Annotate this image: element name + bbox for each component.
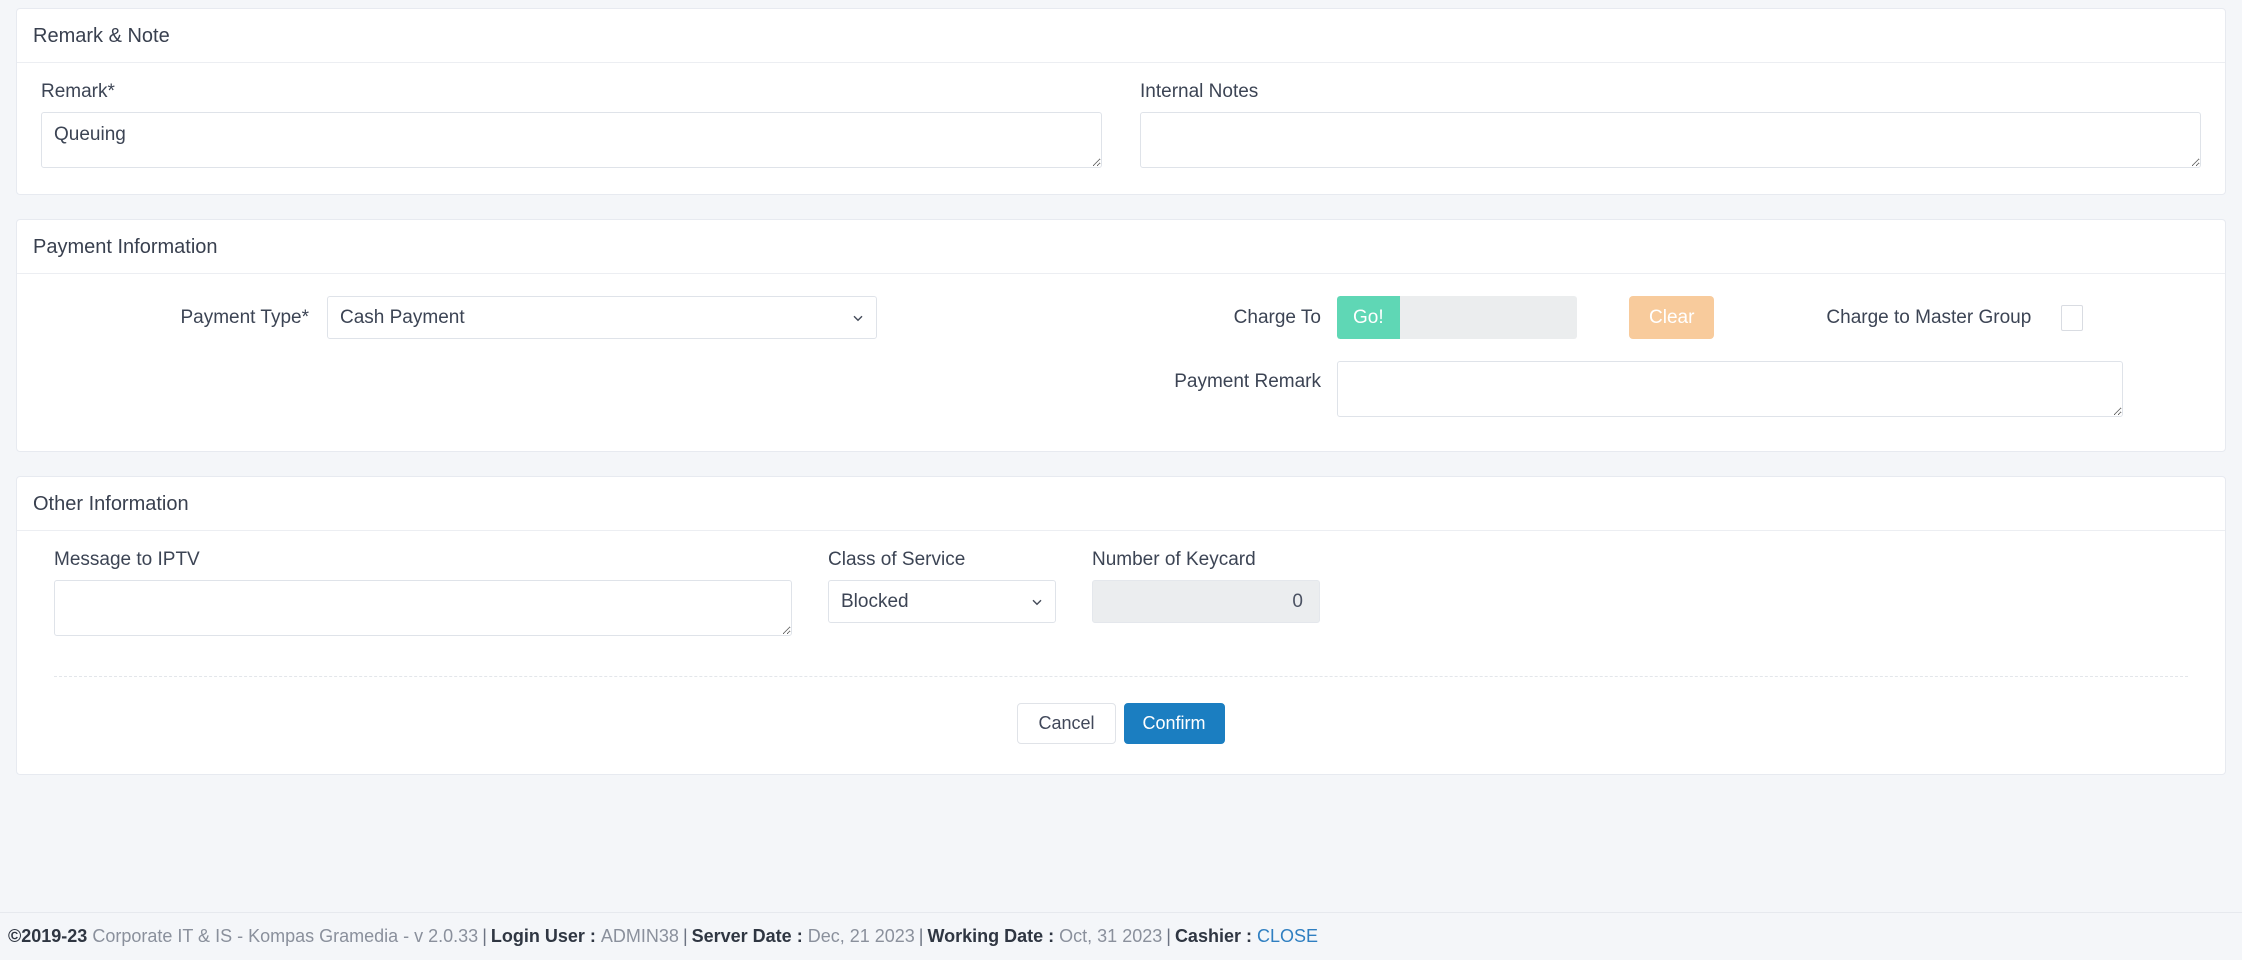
other-information-title: Other Information xyxy=(17,477,2225,531)
form-actions: Cancel Confirm xyxy=(33,677,2209,744)
remark-note-body: Remark* Internal Notes xyxy=(17,63,2225,194)
footer-working-date-label: Working Date : xyxy=(927,926,1055,946)
number-of-keycard-group: Number of Keycard 0 xyxy=(1092,549,1320,623)
footer-login-user-label: Login User : xyxy=(490,926,596,946)
payment-information-title: Payment Information xyxy=(17,220,2225,274)
payment-type-select[interactable]: Cash Payment xyxy=(327,296,877,339)
payment-information-card: Payment Information Payment Type* Cash P… xyxy=(16,219,2226,452)
confirm-button[interactable]: Confirm xyxy=(1123,703,1225,744)
class-of-service-label: Class of Service xyxy=(828,549,966,570)
class-of-service-group: Class of Service Blocked xyxy=(828,549,1056,623)
charge-to-row: Charge To Go! Clear Charge to Master Gro… xyxy=(1121,296,2209,339)
footer-login-user-value: ADMIN38 xyxy=(600,926,679,946)
charge-to-input-group: Go! xyxy=(1337,296,1577,339)
remark-note-card: Remark & Note Remark* Internal Notes xyxy=(16,8,2226,195)
cancel-button[interactable]: Cancel xyxy=(1017,703,1116,744)
payment-remark-wrap xyxy=(1337,361,2123,417)
charge-to-master-group-label: Charge to Master Group xyxy=(1826,306,2032,328)
class-of-service-select-wrap: Blocked xyxy=(828,580,1056,623)
footer-cashier-status-link[interactable]: CLOSE xyxy=(1257,926,1318,947)
footer-separator-4: | xyxy=(1166,926,1171,946)
footer-copyright: ©2019-23 xyxy=(8,926,88,946)
message-to-iptv-input[interactable] xyxy=(54,580,792,636)
footer-separator-3: | xyxy=(918,926,924,946)
payment-remark-label: Payment Remark xyxy=(1174,371,1321,392)
footer-server-date-value: Dec, 21 2023 xyxy=(807,926,915,946)
payment-type-group: Payment Type* Cash Payment xyxy=(33,296,1121,339)
payment-type-label: Payment Type* xyxy=(180,306,309,328)
payment-top-row: Payment Type* Cash Payment Charge To Go!… xyxy=(33,296,2209,417)
remark-input[interactable] xyxy=(41,112,1102,168)
remark-note-row: Remark* Internal Notes xyxy=(33,81,2209,168)
charge-to-group: Charge To Go! Clear Charge to Master Gro… xyxy=(1121,296,2209,417)
footer-separator-1: | xyxy=(482,926,487,946)
other-information-row: Message to IPTV Class of Service Blocked xyxy=(33,549,2209,636)
footer-cashier-label: Cashier : xyxy=(1174,926,1252,946)
remark-label: Remark* xyxy=(41,81,115,102)
clear-button[interactable]: Clear xyxy=(1629,296,1715,339)
internal-notes-label: Internal Notes xyxy=(1140,81,1259,102)
number-of-keycard-label: Number of Keycard xyxy=(1092,549,1256,570)
payment-remark-input[interactable] xyxy=(1337,361,2123,417)
message-to-iptv-label: Message to IPTV xyxy=(54,549,200,570)
charge-to-input[interactable] xyxy=(1399,296,1577,339)
remark-field-group: Remark* xyxy=(41,81,1102,168)
page-footer: ©2019-23 Corporate IT & IS - Kompas Gram… xyxy=(0,912,2242,960)
internal-notes-field-group: Internal Notes xyxy=(1140,81,2201,168)
remark-note-title: Remark & Note xyxy=(17,9,2225,63)
other-information-body: Message to IPTV Class of Service Blocked xyxy=(17,531,2225,774)
page-root: Remark & Note Remark* Internal Notes Pay… xyxy=(0,0,2242,960)
payment-remark-row: Payment Remark xyxy=(1121,361,2209,417)
class-of-service-select[interactable]: Blocked xyxy=(828,580,1056,623)
charge-to-master-group-checkbox[interactable] xyxy=(2061,304,2084,331)
footer-server-date-label: Server Date : xyxy=(691,926,803,946)
footer-separator-2: | xyxy=(682,926,688,946)
footer-company: Corporate IT & IS - Kompas Gramedia - v … xyxy=(92,926,479,946)
footer-working-date-value: Oct, 31 2023 xyxy=(1059,926,1163,946)
other-information-card: Other Information Message to IPTV Class … xyxy=(16,476,2226,775)
message-to-iptv-group: Message to IPTV xyxy=(54,549,792,636)
payment-information-body: Payment Type* Cash Payment Charge To Go!… xyxy=(17,274,2225,451)
internal-notes-input[interactable] xyxy=(1140,112,2201,168)
charge-to-label: Charge To xyxy=(1233,306,1321,328)
payment-type-select-wrap: Cash Payment xyxy=(327,296,877,339)
go-button[interactable]: Go! xyxy=(1337,296,1400,339)
number-of-keycard-value: 0 xyxy=(1092,580,1320,623)
